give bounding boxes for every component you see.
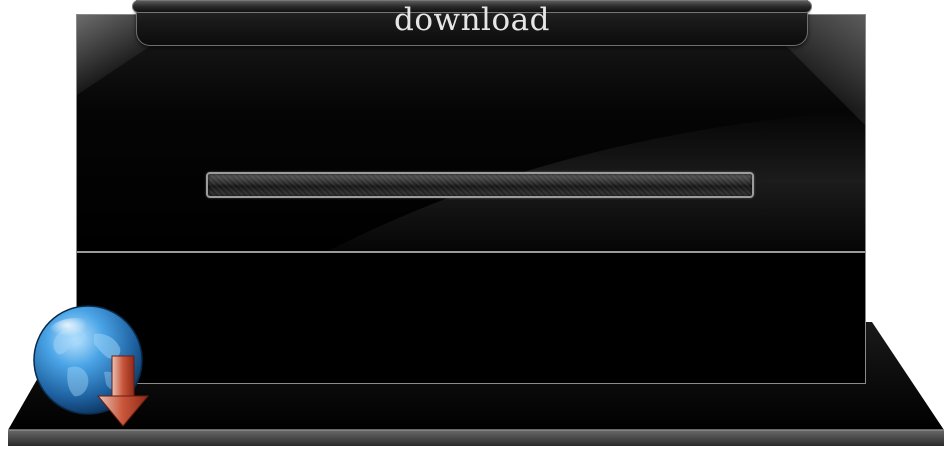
panel-lower-section bbox=[77, 253, 865, 383]
window-title: download bbox=[394, 2, 550, 38]
panel-upper-section bbox=[77, 15, 865, 252]
globe-download-icon bbox=[33, 305, 150, 427]
download-progress-bar bbox=[206, 172, 754, 198]
download-panel bbox=[76, 14, 866, 384]
download-widget: download bbox=[0, 0, 950, 450]
